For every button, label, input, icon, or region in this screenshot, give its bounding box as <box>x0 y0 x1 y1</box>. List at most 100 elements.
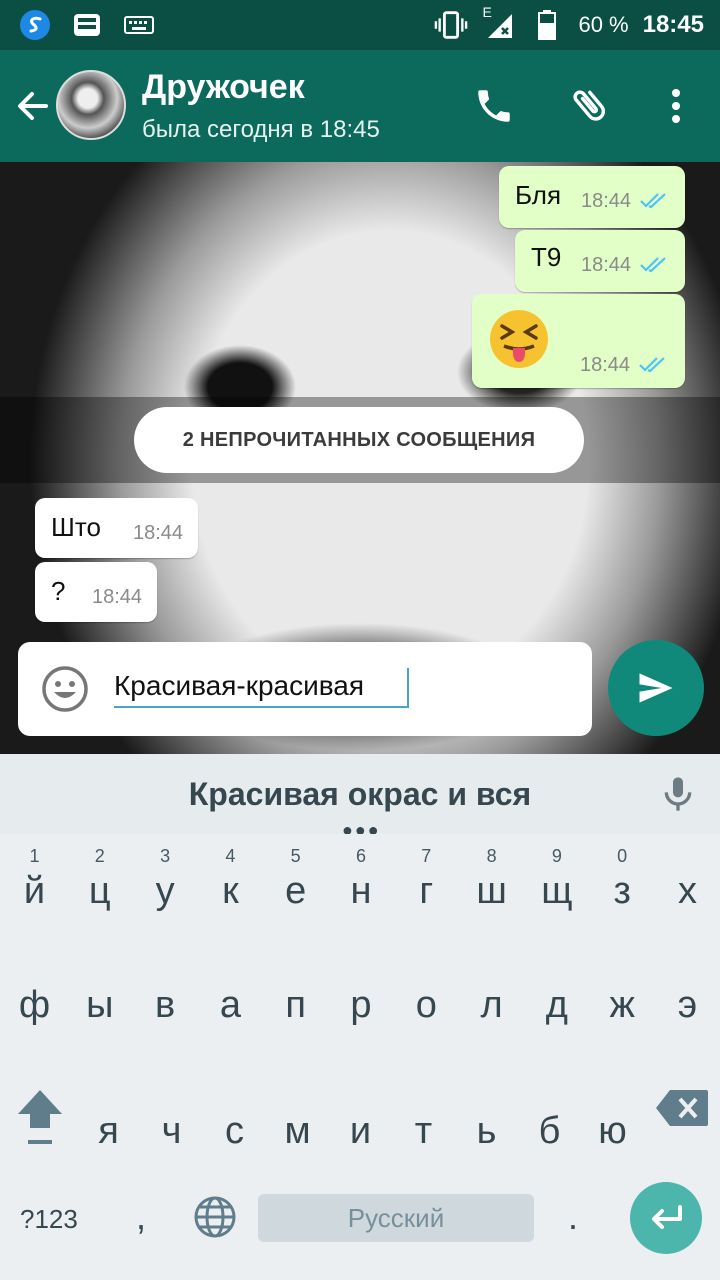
avatar[interactable] <box>56 70 126 140</box>
keyboard-key[interactable]: 5е <box>263 834 328 934</box>
incoming-message[interactable]: Што 18:44 <box>35 498 198 558</box>
read-ticks-icon <box>640 257 666 273</box>
message-composer[interactable]: Красивая-красивая <box>18 642 592 736</box>
keyboard-key[interactable]: с <box>202 1086 267 1186</box>
key-label: я <box>98 1110 119 1152</box>
key-hint: 2 <box>94 846 105 866</box>
key-label: ж <box>609 984 635 1026</box>
back-arrow-icon[interactable] <box>12 84 56 128</box>
message-time: 18:44 <box>581 190 632 212</box>
key-hint: 0 <box>617 846 628 866</box>
incoming-message[interactable]: ? 18:44 <box>35 562 157 622</box>
keyboard-key[interactable]: 8ш <box>459 834 524 934</box>
suggestion-word[interactable]: Красивая окрас и вся <box>0 776 720 813</box>
vibrate-icon <box>434 8 468 42</box>
key-label: и <box>349 1110 372 1152</box>
chat-header: Дружочек была сегодня в 18:45 <box>0 50 720 162</box>
keyboard-key[interactable]: л <box>459 960 524 1060</box>
keyboard-key[interactable]: и <box>328 1086 393 1186</box>
key-label: с <box>225 1110 244 1152</box>
key-hint: 8 <box>486 846 497 866</box>
read-ticks-icon <box>640 193 666 209</box>
key-hint: 4 <box>225 846 236 866</box>
keyboard-key[interactable]: р <box>329 960 394 1060</box>
keyboard-key[interactable]: ж <box>590 960 655 1060</box>
comma-key[interactable]: , <box>136 1196 146 1238</box>
space-bar[interactable]: Русский <box>258 1194 534 1242</box>
keyboard-key[interactable]: 6н <box>329 834 394 934</box>
keyboard-key[interactable]: ф <box>2 960 67 1060</box>
text-caret <box>407 668 409 708</box>
keyboard-key[interactable]: а <box>198 960 263 1060</box>
input-underline <box>114 706 408 708</box>
keyboard-key[interactable]: ь <box>454 1086 519 1186</box>
outgoing-message[interactable]: 18:44 <box>472 294 685 388</box>
keyboard-key[interactable]: ч <box>139 1086 204 1186</box>
keyboard-key[interactable]: 7г <box>394 834 459 934</box>
message-time: 18:44 <box>581 254 632 276</box>
outgoing-message[interactable]: Т9 18:44 <box>515 230 685 292</box>
microphone-icon[interactable] <box>658 774 698 814</box>
key-label: ы <box>86 984 114 1026</box>
keyboard-key[interactable]: 4к <box>198 834 263 934</box>
keyboard-key[interactable]: х <box>655 834 720 934</box>
message-time: 18:44 <box>580 354 631 376</box>
key-label: ш <box>476 870 507 912</box>
battery-percent: 60 % <box>578 12 629 37</box>
status-bar: E 60 % 18:45 <box>0 0 720 50</box>
contact-name[interactable]: Дружочек <box>142 68 305 107</box>
keyboard-key[interactable]: м <box>265 1086 330 1186</box>
key-label: ч <box>161 1110 182 1152</box>
key-label: п <box>285 984 306 1026</box>
attach-icon[interactable] <box>566 82 614 130</box>
message-text: Што <box>51 512 101 542</box>
keyboard: ?123 , Русский . 1й2ц3у4к5е6н7г8ш9щ0зхфы… <box>0 834 720 1280</box>
key-hint: 7 <box>421 846 432 866</box>
key-label: ц <box>88 870 111 912</box>
backspace-key[interactable] <box>654 1088 710 1128</box>
period-key[interactable]: . <box>568 1196 578 1238</box>
keyboard-key[interactable]: д <box>524 960 589 1060</box>
keyboard-key[interactable]: п <box>263 960 328 1060</box>
key-label: з <box>613 870 631 912</box>
send-button[interactable] <box>608 640 704 736</box>
message-input[interactable]: Красивая-красивая <box>114 670 364 702</box>
key-hint: 3 <box>160 846 171 866</box>
emoji-icon[interactable] <box>40 664 90 714</box>
shift-key[interactable] <box>12 1084 68 1152</box>
keyboard-key[interactable]: 0з <box>590 834 655 934</box>
keyboard-key[interactable]: ы <box>67 960 132 1060</box>
key-label: о <box>415 984 437 1026</box>
outgoing-message[interactable]: Бля 18:44 <box>499 166 685 228</box>
key-label: м <box>284 1110 311 1152</box>
keyboard-suggestion-strip: Красивая окрас и вся ●●● <box>0 754 720 840</box>
keyboard-key[interactable]: э <box>655 960 720 1060</box>
key-label: т <box>414 1110 433 1152</box>
phone-icon[interactable] <box>470 82 518 130</box>
symbols-key[interactable]: ?123 <box>20 1204 78 1235</box>
keyboard-key[interactable]: ю <box>580 1086 645 1186</box>
keyboard-key[interactable]: б <box>517 1086 582 1186</box>
keyboard-key[interactable]: я <box>76 1086 141 1186</box>
keyboard-icon <box>122 8 156 42</box>
squinting-face-with-tongue-icon <box>490 310 548 368</box>
key-label: щ <box>541 870 573 912</box>
key-label: у <box>155 870 175 912</box>
keyboard-key[interactable]: т <box>391 1086 456 1186</box>
inbox-tray-icon <box>70 8 104 42</box>
key-hint: 9 <box>551 846 562 866</box>
keyboard-key[interactable]: 2ц <box>67 834 132 934</box>
enter-key[interactable] <box>630 1182 702 1254</box>
keyboard-key[interactable]: о <box>394 960 459 1060</box>
key-label: х <box>678 870 697 912</box>
key-label: н <box>350 870 372 912</box>
keyboard-key[interactable]: 1й <box>2 834 67 934</box>
more-icon[interactable] <box>652 82 700 130</box>
keyboard-key[interactable]: 9щ <box>524 834 589 934</box>
keyboard-key[interactable]: 3у <box>133 834 198 934</box>
key-label: ф <box>18 984 51 1026</box>
language-globe-icon[interactable] <box>192 1194 238 1240</box>
message-text: Бля <box>515 180 562 210</box>
keyboard-key[interactable]: в <box>133 960 198 1060</box>
send-icon <box>639 673 673 703</box>
